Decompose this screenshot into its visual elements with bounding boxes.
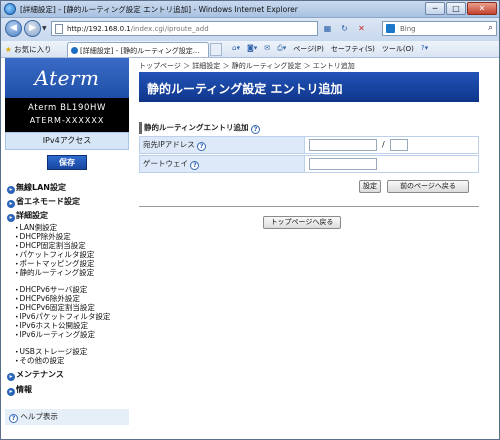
sidebar-item-eco[interactable]: ▸ 省エネモード設定: [7, 196, 80, 208]
help-link[interactable]: ? ヘルプ表示: [5, 409, 129, 425]
main-content: トップページ ＞ 詳細設定 ＞ 静的ルーティング設定 ＞ エントリ追加 静的ルー…: [135, 58, 495, 435]
sidebar-item-info[interactable]: ▸ 情報: [7, 384, 32, 396]
save-button[interactable]: 保存: [47, 155, 87, 170]
gateway-value-cell: [305, 155, 479, 173]
help-icon[interactable]: ?: [251, 125, 261, 134]
search-input[interactable]: Bing ⌕: [382, 21, 497, 36]
device-name: ATERM-XXXXXX: [29, 116, 105, 125]
window-controls: ─ □ ✕: [425, 2, 497, 15]
back-page-button[interactable]: 前のページへ戻る: [387, 180, 469, 193]
divider: [139, 206, 479, 207]
section-title: 静的ルーティングエントリ追加 ?: [139, 122, 261, 134]
arrow-icon: ▸: [7, 200, 15, 208]
new-tab-button[interactable]: [210, 43, 222, 56]
refresh-icon[interactable]: ↻: [338, 22, 351, 35]
safety-menu[interactable]: セーフティ(S): [331, 44, 375, 54]
model-info: Aterm BL190HW ATERM-XXXXXX: [5, 98, 129, 132]
command-menu: ⌂▾ ◙▾ ✉ ⎙▾ ページ(P) セーフティ(S) ツール(O) ?▾: [232, 44, 428, 54]
top-page-button[interactable]: トップページへ戻る: [263, 216, 341, 229]
help-icon[interactable]: ?: [190, 161, 200, 170]
dest-ip-value-cell: /: [305, 136, 479, 154]
tab-label: [詳細設定] - [静的ルーティング設定...: [80, 47, 200, 55]
sidebar-item-other[interactable]: その他の設定: [15, 355, 65, 366]
command-bar: ★ お気に入り [詳細設定] - [静的ルーティング設定... ⌂▾ ◙▾ ✉ …: [1, 41, 499, 58]
arrow-icon: ▸: [7, 214, 15, 222]
ie-icon: [4, 3, 16, 15]
sidebar-item-detail[interactable]: ▸ 詳細設定: [7, 210, 48, 222]
dest-ip-field[interactable]: [309, 139, 377, 151]
search-placeholder: Bing: [400, 25, 416, 33]
window-title: [詳細設定] - [静的ルーティング設定 エントリ追加] - Windows I…: [20, 5, 298, 14]
help-icon[interactable]: ?▾: [421, 44, 428, 54]
breadcrumb[interactable]: トップページ ＞ 詳細設定 ＞ 静的ルーティング設定 ＞ エントリ追加: [139, 61, 355, 71]
feeds-icon[interactable]: ◙▾: [247, 44, 257, 54]
gateway-row: ゲートウェイ ?: [139, 155, 479, 173]
browser-window: [詳細設定] - [静的ルーティング設定 エントリ追加] - Windows I…: [0, 0, 500, 440]
sidebar-item-maintenance[interactable]: ▸ メンテナンス: [7, 369, 64, 381]
close-button[interactable]: ✕: [467, 2, 497, 15]
history-dropdown-icon[interactable]: ▼: [42, 25, 47, 32]
address-bar: ◀ ▶ ▼ http://192.168.0.1/index.cgi/iprou…: [1, 18, 499, 41]
arrow-icon: ▸: [7, 388, 15, 396]
model-name: Aterm BL190HW: [28, 103, 106, 113]
dest-mask-field[interactable]: [390, 139, 408, 151]
forward-button[interactable]: ▶: [24, 20, 41, 37]
minimize-button[interactable]: ─: [425, 2, 445, 15]
aterm-logo: Aterm: [34, 66, 100, 90]
sidebar-item-ipv6-routing[interactable]: IPv6ルーティング設定: [15, 329, 96, 340]
sidebar-item-wireless[interactable]: ▸ 無線LAN設定: [7, 182, 66, 194]
tools-menu[interactable]: ツール(O): [382, 44, 414, 54]
mail-icon[interactable]: ✉: [264, 44, 270, 54]
home-icon[interactable]: ⌂▾: [232, 44, 240, 54]
tab-favicon-icon: [71, 47, 78, 54]
arrow-icon: ▸: [7, 373, 15, 381]
compat-view-icon[interactable]: ▦: [321, 22, 334, 35]
stop-icon[interactable]: ✕: [355, 22, 368, 35]
url-field[interactable]: http://192.168.0.1/index.cgi/iproute_add: [51, 21, 318, 36]
maximize-button[interactable]: □: [446, 2, 466, 15]
sidebar-item-static-routing[interactable]: 静的ルーティング設定: [15, 267, 95, 278]
page-menu[interactable]: ページ(P): [293, 44, 324, 54]
help-icon[interactable]: ?: [197, 142, 207, 151]
save-area: 保存: [5, 150, 129, 176]
dest-ip-row: 宛先IPアドレス ? /: [139, 136, 479, 154]
gateway-label: ゲートウェイ ?: [139, 155, 305, 173]
help-icon: ?: [9, 414, 18, 423]
page-header: 静的ルーティング設定 エントリ追加: [139, 72, 479, 102]
url-text: http://192.168.0.1/index.cgi/iproute_add: [67, 25, 209, 33]
tab-current[interactable]: [詳細設定] - [静的ルーティング設定...: [67, 42, 209, 57]
access-mode: IPv4アクセス: [5, 132, 129, 150]
set-button[interactable]: 設定: [359, 180, 381, 193]
sidebar: Aterm Aterm BL190HW ATERM-XXXXXX IPv4アクセ…: [5, 58, 129, 435]
page-icon: [55, 24, 63, 34]
slash-separator: /: [382, 140, 385, 149]
dest-ip-label: 宛先IPアドレス ?: [139, 136, 305, 154]
back-button[interactable]: ◀: [5, 20, 22, 37]
page-content: Aterm Aterm BL190HW ATERM-XXXXXX IPv4アクセ…: [1, 58, 499, 439]
logo-area: Aterm: [5, 58, 129, 98]
favorites-button[interactable]: ★ お気に入り: [5, 44, 52, 55]
title-bar: [詳細設定] - [静的ルーティング設定 エントリ追加] - Windows I…: [1, 1, 499, 18]
star-icon: ★: [5, 45, 12, 54]
address-actions: ▦ ↻ ✕: [321, 22, 368, 35]
gateway-field[interactable]: [309, 158, 377, 170]
search-icon[interactable]: ⌕: [488, 23, 493, 33]
bing-icon: [386, 24, 395, 33]
print-icon[interactable]: ⎙▾: [277, 44, 286, 54]
arrow-icon: ▸: [7, 186, 15, 194]
page-title: 静的ルーティング設定 エントリ追加: [147, 82, 343, 96]
